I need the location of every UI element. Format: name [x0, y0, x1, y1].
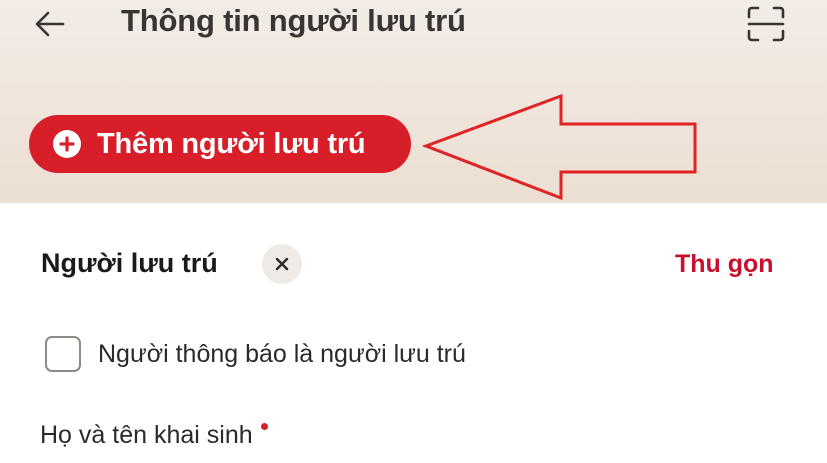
collapse-link[interactable]: Thu gọn — [675, 250, 774, 279]
arrow-left-icon — [35, 11, 65, 37]
add-resident-button[interactable]: Thêm người lưu trú — [29, 115, 411, 173]
page-title: Thông tin người lưu trú — [121, 3, 466, 38]
plus-circle-icon — [53, 130, 81, 158]
resident-section: Người lưu trú Thu gọn Người thông báo là… — [0, 203, 827, 463]
back-button[interactable] — [30, 6, 70, 42]
checkbox-label: Người thông báo là người lưu trú — [98, 339, 466, 368]
birth-name-field-label: Họ và tên khai sinh — [40, 421, 268, 450]
remove-resident-button[interactable] — [262, 244, 302, 284]
required-indicator — [260, 423, 268, 430]
header: Thông tin người lưu trú Thêm người lưu t… — [0, 0, 827, 203]
add-resident-label: Thêm người lưu trú — [97, 127, 366, 160]
section-title: Người lưu trú — [41, 248, 218, 278]
reporter-is-resident-checkbox[interactable] — [45, 336, 81, 372]
scan-frame-icon — [747, 6, 785, 42]
reporter-is-resident-option[interactable]: Người thông báo là người lưu trú — [45, 336, 466, 372]
pointer-arrow-icon — [421, 93, 697, 201]
field-label-text: Họ và tên khai sinh — [40, 421, 253, 449]
close-icon — [275, 257, 289, 271]
scan-button[interactable] — [744, 4, 788, 44]
